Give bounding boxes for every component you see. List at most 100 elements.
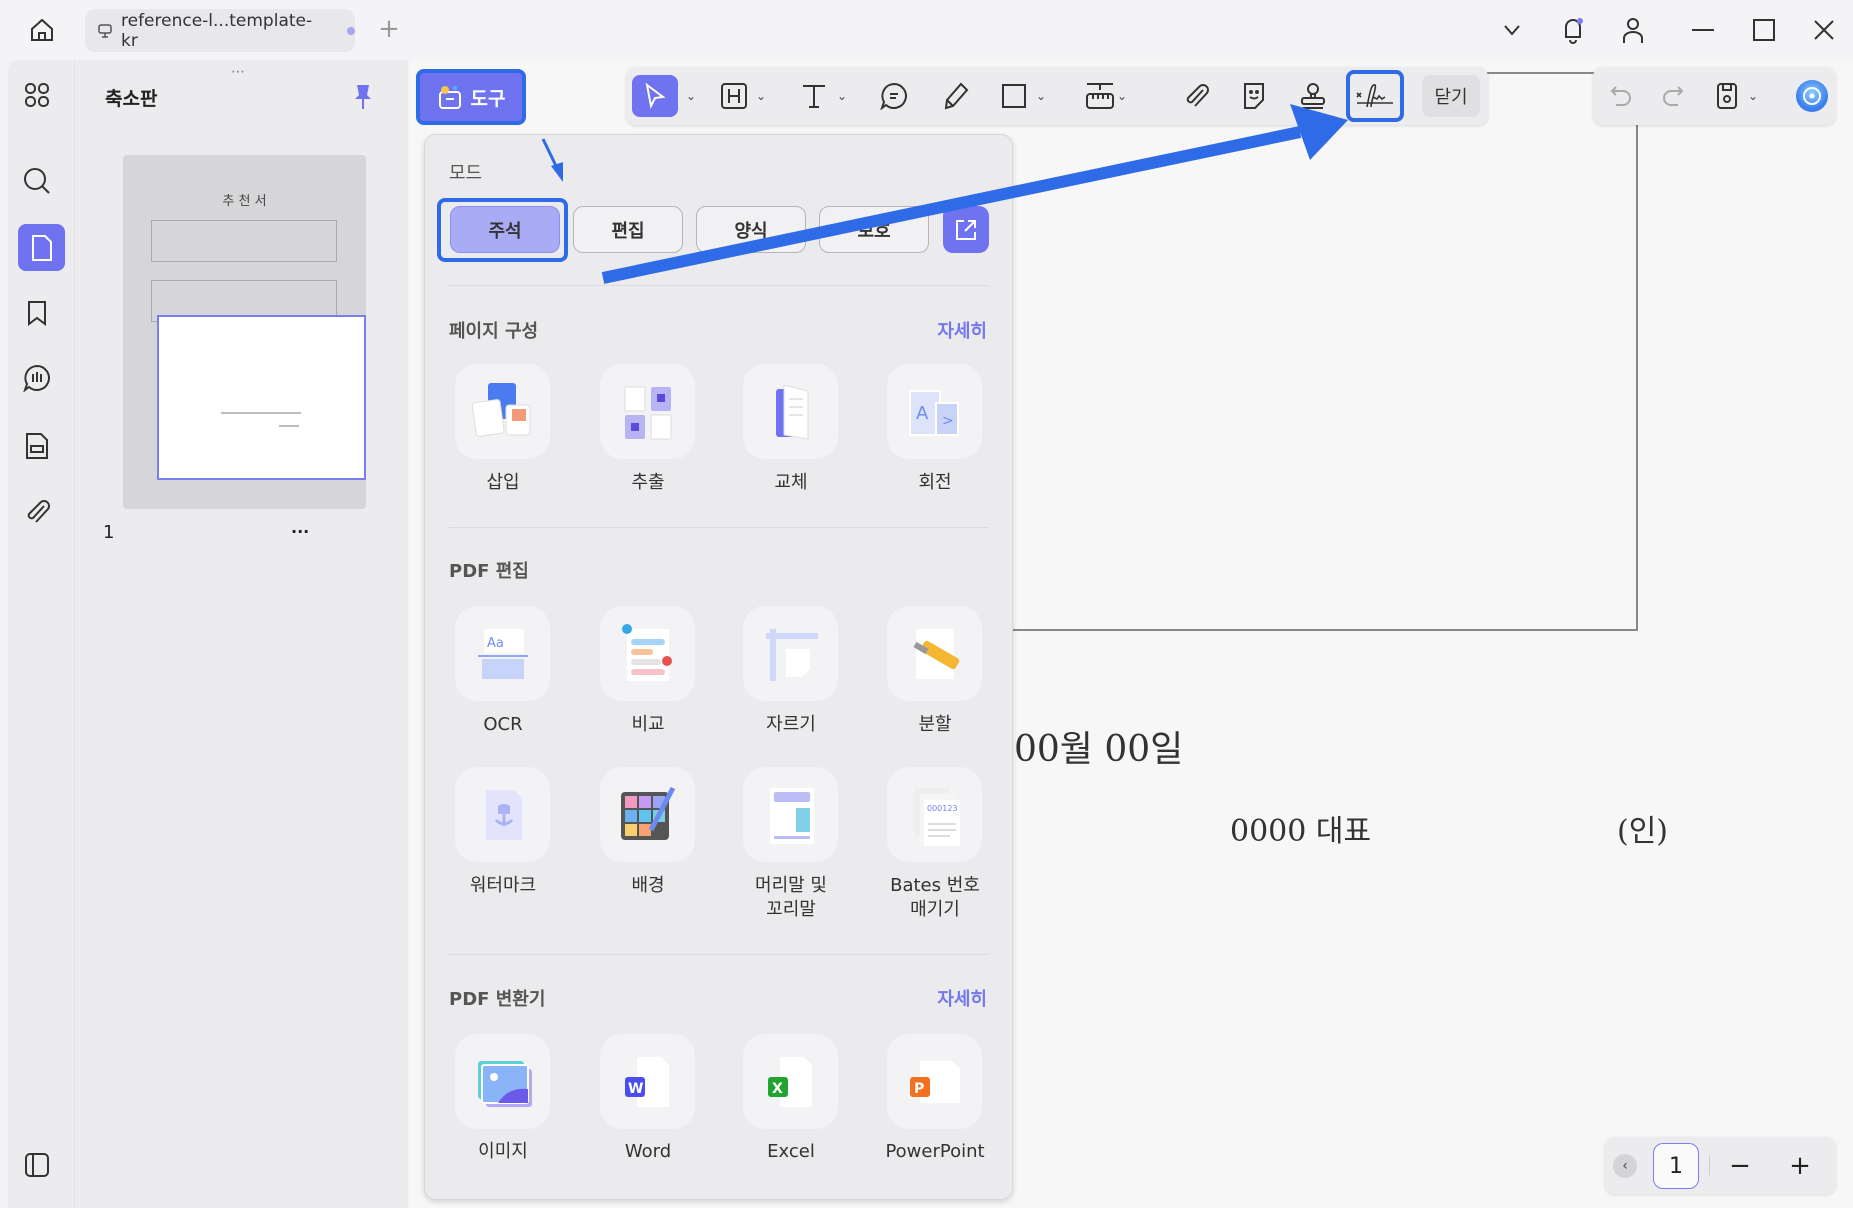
background-tile[interactable] [600, 767, 695, 862]
mode-edit-button[interactable]: 편집 [573, 206, 683, 253]
insert-tile[interactable] [455, 364, 550, 459]
save-icon[interactable] [1709, 75, 1745, 117]
sticker-icon[interactable] [1236, 75, 1272, 117]
insert-icon [468, 377, 538, 447]
bates-numbering-icon: 000123 [900, 780, 970, 850]
page-thumbnail[interactable]: 추 천 서 [123, 155, 366, 509]
minimize-icon[interactable] [1690, 18, 1716, 42]
measure-icon[interactable] [1082, 75, 1118, 117]
word-icon: W [613, 1047, 683, 1117]
zoom-out-button[interactable]: − [1725, 1151, 1755, 1181]
pages-icon[interactable] [18, 224, 65, 271]
select-icon[interactable] [632, 75, 678, 117]
stamp-icon[interactable] [1295, 75, 1331, 117]
text-icon[interactable] [796, 75, 832, 117]
excel-tile[interactable]: X [743, 1034, 838, 1129]
user-icon[interactable] [1618, 14, 1648, 46]
image-tile[interactable] [455, 1034, 550, 1129]
sidebar-toggle-icon[interactable] [22, 1150, 52, 1180]
previous-page-button[interactable]: ‹ [1613, 1154, 1637, 1178]
extract-icon [613, 377, 683, 447]
word-tile[interactable]: W [600, 1034, 695, 1129]
powerpoint-label: PowerPoint [885, 1141, 985, 1162]
ocr-tile[interactable]: Aa [455, 606, 550, 701]
comment-icon[interactable] [22, 363, 52, 393]
extract-tile[interactable] [600, 364, 695, 459]
form-icon[interactable] [22, 431, 52, 461]
unsaved-dot [347, 26, 355, 35]
attachment-icon[interactable] [22, 497, 52, 527]
divider [449, 954, 989, 955]
maximize-icon[interactable] [1751, 18, 1777, 42]
word-label: Word [624, 1141, 672, 1162]
grid-icon[interactable] [22, 80, 52, 110]
resize-handle[interactable]: ⋯ [231, 64, 247, 80]
split-tile[interactable] [887, 606, 982, 701]
comment-icon[interactable] [876, 75, 912, 117]
left-rail [8, 60, 74, 1208]
tab-title: reference-l...template-kr [121, 10, 313, 51]
tools-button[interactable]: 도구 [416, 69, 526, 125]
chevron-down-icon[interactable]: ⌄ [756, 89, 766, 103]
watermark-icon [468, 780, 538, 850]
title-bar: reference-l...template-kr + [0, 0, 1853, 60]
search-icon[interactable] [22, 166, 52, 196]
signature-icon[interactable] [1346, 70, 1404, 122]
home-icon[interactable] [26, 14, 58, 46]
header-footer-icon [756, 780, 826, 850]
close-icon[interactable] [1811, 18, 1837, 42]
file-toolbar: ⌄ [1593, 67, 1836, 125]
excel-label: Excel [767, 1141, 815, 1162]
bookmark-icon[interactable] [22, 298, 52, 328]
chevron-down-icon[interactable] [1500, 18, 1524, 42]
crop-tile[interactable] [743, 606, 838, 701]
bell-icon[interactable] [1558, 14, 1588, 46]
rectangle-icon[interactable] [996, 75, 1032, 117]
bates-numbering-tile[interactable]: 000123 [887, 767, 982, 862]
background-label: 배경 [631, 875, 665, 896]
mode-form-button[interactable]: 양식 [696, 206, 806, 253]
page-border [1636, 72, 1638, 630]
chevron-down-icon[interactable]: ⌄ [1748, 89, 1758, 103]
section-title-edit: PDF 편집 [449, 561, 529, 582]
powerpoint-tile[interactable]: P [887, 1034, 982, 1129]
mode-annotate-button[interactable]: 주석 [450, 206, 560, 253]
rotate-icon: A > [900, 377, 970, 447]
plus-icon[interactable]: + [376, 14, 402, 44]
ai-assistant-icon[interactable] [1793, 75, 1831, 117]
svg-text:000123: 000123 [927, 804, 958, 813]
svg-text:X: X [772, 1081, 783, 1097]
document-tab[interactable]: reference-l...template-kr [85, 9, 355, 52]
seal-label: (인) [1617, 814, 1669, 849]
open-external-icon[interactable] [943, 206, 989, 253]
divider [449, 285, 989, 286]
page-number-input[interactable]: 1 [1653, 1143, 1699, 1189]
convert-more-link[interactable]: 자세히 [937, 985, 987, 1011]
close-toolbar-button[interactable]: 닫기 [1422, 75, 1480, 117]
redo-icon[interactable] [1655, 75, 1691, 117]
header-footer-tile[interactable] [743, 767, 838, 862]
split-label: 분할 [918, 714, 952, 735]
chevron-down-icon[interactable]: ⌄ [686, 89, 696, 103]
rotate-tile[interactable]: A > [887, 364, 982, 459]
pin-icon[interactable] [351, 82, 375, 112]
undo-icon[interactable] [1603, 75, 1639, 117]
thumbnail-more-button[interactable]: ··· [291, 522, 309, 541]
pen-icon[interactable] [938, 75, 974, 117]
attachment-icon[interactable] [1178, 75, 1214, 117]
thumbnail-selection [157, 315, 366, 480]
page-more-link[interactable]: 자세히 [937, 317, 987, 343]
replace-tile[interactable] [743, 364, 838, 459]
compare-label: 비교 [631, 714, 665, 735]
heading-icon[interactable] [716, 75, 752, 117]
mode-protect-button[interactable]: 보호 [819, 206, 929, 253]
zoom-in-button[interactable]: + [1785, 1151, 1815, 1181]
compare-tile[interactable] [600, 606, 695, 701]
divider [449, 527, 989, 528]
background-icon [613, 780, 683, 850]
watermark-tile[interactable] [455, 767, 550, 862]
chevron-down-icon[interactable]: ⌄ [1117, 89, 1127, 103]
ocr-label: OCR [483, 714, 523, 735]
chevron-down-icon[interactable]: ⌄ [837, 89, 847, 103]
chevron-down-icon[interactable]: ⌄ [1036, 89, 1046, 103]
